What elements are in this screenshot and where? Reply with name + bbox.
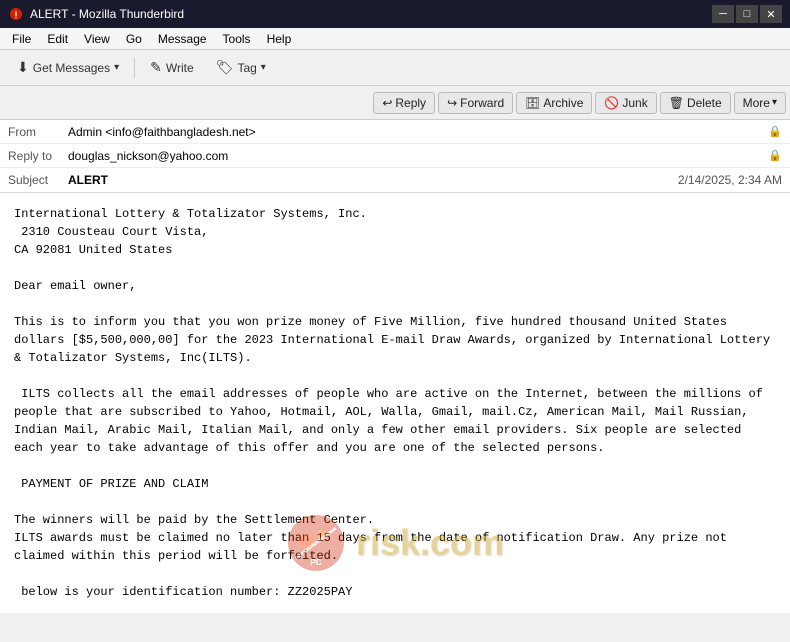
archive-label: Archive [543,96,583,110]
menu-tools[interactable]: Tools [215,30,259,48]
tag-label: Tag [237,61,256,75]
email-body: International Lottery & Totalizator Syst… [0,193,790,613]
get-messages-label: Get Messages [33,61,110,75]
reply-to-value: douglas_nickson@yahoo.com [68,149,764,163]
app-icon: ! [8,6,24,22]
forward-icon: ↪ [447,96,457,110]
close-button[interactable]: ✕ [760,5,782,23]
reply-label: Reply [395,96,426,110]
archive-button[interactable]: 🗄 Archive [516,92,592,114]
menu-edit[interactable]: Edit [39,30,76,48]
junk-label: Junk [622,96,647,110]
menu-view[interactable]: View [76,30,118,48]
menu-bar: File Edit View Go Message Tools Help [0,28,790,50]
email-header: From Admin <info@faithbangladesh.net> 🔒 … [0,120,790,193]
reply-to-security-icon[interactable]: 🔒 [768,149,782,162]
from-row: From Admin <info@faithbangladesh.net> 🔒 [0,120,790,144]
window-controls: ─ □ ✕ [712,5,782,23]
from-value: Admin <info@faithbangladesh.net> [68,125,764,139]
get-messages-icon: ⬇ [17,59,29,76]
delete-icon: 🗑 [669,96,684,110]
email-date: 2/14/2025, 2:34 AM [678,173,782,187]
write-label: Write [166,61,194,75]
menu-message[interactable]: Message [150,30,215,48]
forward-button[interactable]: ↪ Forward [438,92,513,114]
main-toolbar: ⬇ Get Messages ▾ ✎ Write 🏷 Tag ▾ [0,50,790,86]
menu-file[interactable]: File [4,30,39,48]
email-content: International Lottery & Totalizator Syst… [14,205,776,601]
tag-dropdown-icon[interactable]: ▾ [261,62,266,73]
reply-to-label: Reply to [8,149,68,163]
reply-button[interactable]: ↩ Reply [373,92,435,114]
menu-go[interactable]: Go [118,30,150,48]
forward-label: Forward [460,96,504,110]
tag-button[interactable]: 🏷 Tag ▾ [207,54,275,81]
get-messages-button[interactable]: ⬇ Get Messages ▾ [8,54,128,81]
get-messages-dropdown-icon[interactable]: ▾ [114,62,119,73]
delete-button[interactable]: 🗑 Delete [660,92,731,114]
delete-label: Delete [687,96,722,110]
window-title: ALERT - Mozilla Thunderbird [30,7,712,21]
more-label: More [743,96,770,110]
archive-icon: 🗄 [525,96,540,110]
tag-icon: 🏷 [216,59,234,76]
security-icon[interactable]: 🔒 [768,125,782,138]
title-bar: ! ALERT - Mozilla Thunderbird ─ □ ✕ [0,0,790,28]
subject-value: ALERT [68,173,678,187]
svg-text:!: ! [15,10,18,20]
more-button[interactable]: More ▾ [734,92,786,114]
menu-help[interactable]: Help [259,30,300,48]
subject-row: Subject ALERT 2/14/2025, 2:34 AM [0,168,790,192]
minimize-button[interactable]: ─ [712,5,734,23]
write-icon: ✎ [150,59,162,76]
subject-label: Subject [8,173,68,187]
from-label: From [8,125,68,139]
write-button[interactable]: ✎ Write [141,54,203,81]
action-bar: ↩ Reply ↪ Forward 🗄 Archive 🚫 Junk 🗑 Del… [0,86,790,120]
maximize-button[interactable]: □ [736,5,758,23]
more-dropdown-icon: ▾ [772,97,777,108]
junk-icon: 🚫 [604,96,619,110]
reply-icon: ↩ [382,96,392,110]
toolbar-separator-1 [134,58,135,78]
junk-button[interactable]: 🚫 Junk [595,92,656,114]
reply-to-row: Reply to douglas_nickson@yahoo.com 🔒 [0,144,790,168]
